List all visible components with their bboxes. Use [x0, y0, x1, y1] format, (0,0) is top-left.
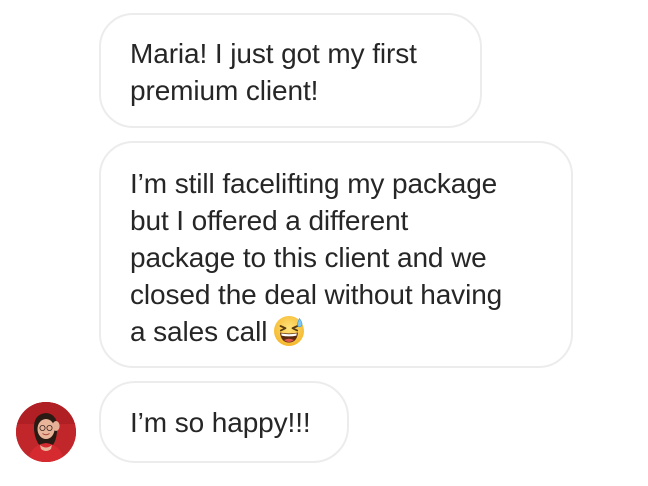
message-bubble[interactable]: Maria! I just got my first premium clien… — [99, 13, 482, 128]
message-thread: Maria! I just got my first premium clien… — [0, 0, 648, 486]
grinning-squinting-face-with-sweat-emoji-icon — [273, 315, 305, 347]
message-text-line: but I offered a different — [130, 205, 409, 236]
message-text-line: closed the deal without having — [130, 279, 503, 310]
message-text-line: I’m so happy!!! — [130, 407, 311, 438]
message-text-segment: a sales call — [130, 316, 268, 347]
message-text-line: I’m still facelifting my package — [130, 168, 498, 199]
message-bubble[interactable]: I’m so happy!!! — [99, 381, 349, 463]
message-text-line-with-emoji: a sales call — [130, 313, 543, 350]
sender-avatar-icon[interactable] — [16, 402, 76, 462]
message-text-line: Maria! I just got my first — [130, 38, 417, 69]
message-text-line: premium client! — [130, 75, 319, 106]
message-bubble[interactable]: I’m still facelifting my package but I o… — [99, 141, 573, 368]
message-text-line: package to this client and we — [130, 242, 487, 273]
